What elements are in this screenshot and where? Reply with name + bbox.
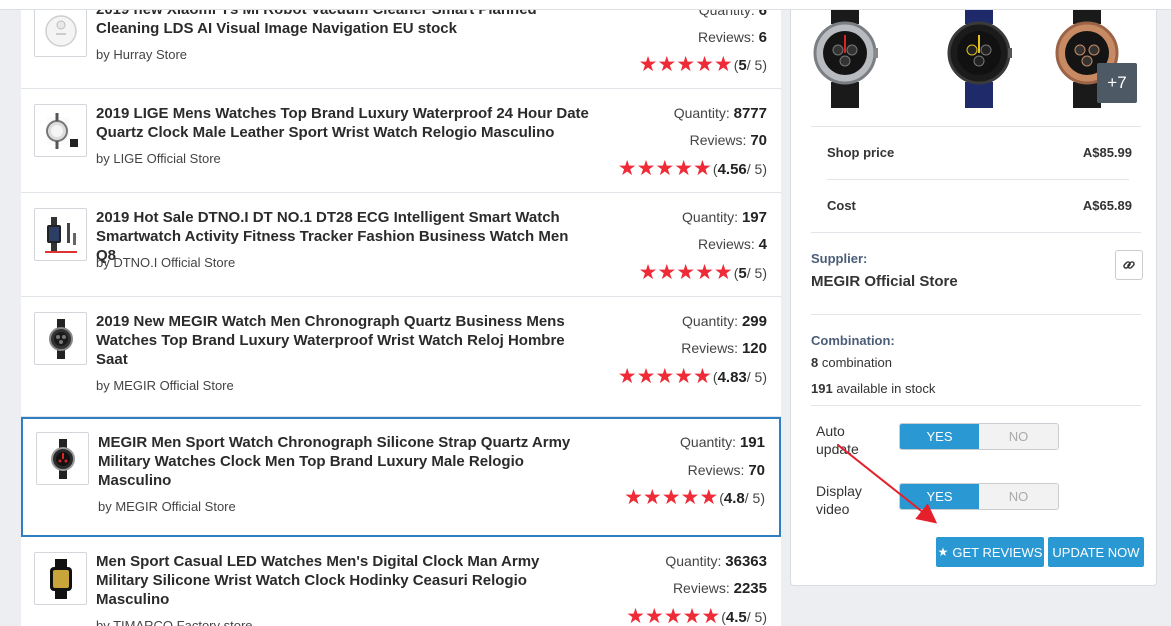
more-images-badge[interactable]: +7: [1097, 63, 1137, 103]
rating: ★★★★★(4.56 / 5): [617, 157, 767, 180]
rating-stars: ★★★★★: [638, 261, 733, 284]
product-row[interactable]: 2019 New MEGIR Watch Men Chronograph Qua…: [21, 297, 781, 417]
rating-stars: ★★★★★: [624, 486, 719, 509]
robot-vacuum-icon[interactable]: [34, 4, 87, 57]
store-name[interactable]: by MEGIR Official Store: [96, 378, 234, 393]
product-title[interactable]: Men Sport Casual LED Watches Men's Digit…: [96, 552, 591, 609]
product-title[interactable]: 2019 LIGE Mens Watches Top Brand Luxury …: [96, 104, 591, 142]
cost-label: Cost: [827, 198, 856, 213]
quantity: Quantity: 191: [680, 434, 765, 451]
reviews: Reviews: 6: [697, 29, 767, 46]
smartwatch-icon[interactable]: [34, 208, 87, 261]
rating-stars: ★★★★★: [617, 157, 712, 180]
auto-update-yes[interactable]: YES: [900, 424, 979, 449]
display-video-toggle[interactable]: YES NO: [899, 483, 1059, 510]
product-title[interactable]: MEGIR Men Sport Watch Chronograph Silico…: [98, 433, 593, 490]
left-gutter: [0, 0, 21, 626]
cost-value: A$65.89: [1082, 198, 1132, 213]
divider: [827, 179, 1129, 180]
product-title[interactable]: 2019 New MEGIR Watch Men Chronograph Qua…: [96, 312, 591, 369]
reviews: Reviews: 120: [681, 340, 767, 357]
combination-count: 8 combination: [811, 355, 892, 370]
divider: [811, 405, 1141, 406]
watch-image-blue-icon[interactable]: [945, 0, 1013, 108]
watch-icon[interactable]: [36, 432, 89, 485]
display-video-no[interactable]: NO: [979, 484, 1058, 509]
rating: ★★★★★(4.8 / 5): [624, 486, 765, 509]
top-bar: [0, 0, 1171, 10]
auto-update-label: Auto update: [816, 423, 859, 457]
rating-stars: ★★★★★: [638, 53, 733, 76]
reviews: Reviews: 70: [689, 132, 767, 149]
reviews: Reviews: 70: [687, 462, 765, 479]
watch-icon[interactable]: [34, 312, 87, 365]
divider: [811, 232, 1141, 233]
store-name[interactable]: by TIMARCO Factory store: [96, 618, 253, 626]
product-row-selected[interactable]: MEGIR Men Sport Watch Chronograph Silico…: [21, 417, 781, 537]
supplier-link-button[interactable]: [1115, 250, 1143, 280]
divider: [811, 314, 1141, 315]
product-row[interactable]: 2019 new Xiaomi Ys Mi Robot Vacuum Clean…: [21, 0, 781, 89]
product-row[interactable]: 2019 LIGE Mens Watches Top Brand Luxury …: [21, 89, 781, 193]
quantity: Quantity: 36363: [665, 553, 767, 570]
quantity: Quantity: 197: [682, 209, 767, 226]
combination-label: Combination:: [811, 333, 895, 348]
cost-row: Cost A$65.89: [827, 198, 1132, 213]
divider: [811, 126, 1141, 127]
shop-price-label: Shop price: [827, 145, 895, 160]
reviews: Reviews: 2235: [672, 580, 767, 597]
rating: ★★★★★(4.83 / 5): [617, 365, 767, 388]
store-name[interactable]: by Hurray Store: [96, 47, 187, 62]
digital-watch-icon[interactable]: [34, 552, 87, 605]
store-name[interactable]: by LIGE Official Store: [96, 151, 221, 166]
quantity: Quantity: 8777: [673, 105, 767, 122]
product-row[interactable]: Men Sport Casual LED Watches Men's Digit…: [21, 537, 781, 626]
page: 2019 new Xiaomi Ys Mi Robot Vacuum Clean…: [0, 0, 1171, 626]
auto-update-toggle[interactable]: YES NO: [899, 423, 1059, 450]
supplier-name: MEGIR Official Store: [811, 273, 958, 290]
quantity: Quantity: 299: [682, 313, 767, 330]
product-row[interactable]: 2019 Hot Sale DTNO.I DT NO.1 DT28 ECG In…: [21, 193, 781, 297]
auto-update-no[interactable]: NO: [979, 424, 1058, 449]
shop-price-value: A$85.99: [1082, 145, 1132, 160]
store-name[interactable]: by DTNO.I Official Store: [96, 255, 235, 270]
link-icon: [1123, 261, 1135, 269]
display-video-yes[interactable]: YES: [900, 484, 979, 509]
stock-count: 191 available in stock: [811, 381, 936, 396]
reviews: Reviews: 4: [697, 236, 767, 253]
get-reviews-button[interactable]: ★ GET REVIEWS: [936, 537, 1044, 567]
watch-image-silver-icon[interactable]: [811, 0, 879, 108]
rating: ★★★★★(5 / 5): [638, 53, 767, 76]
store-name[interactable]: by MEGIR Official Store: [98, 499, 236, 514]
rating-stars: ★★★★★: [617, 365, 712, 388]
display-video-label: Display video: [816, 483, 862, 517]
update-now-button[interactable]: UPDATE NOW: [1048, 537, 1144, 567]
rating: ★★★★★(5 / 5): [638, 261, 767, 284]
watch-icon[interactable]: [34, 104, 87, 157]
product-detail-panel: +7 Shop price A$85.99 Cost A$65.89 Suppl…: [790, 0, 1157, 586]
rating: ★★★★★(4.5 / 5): [626, 605, 767, 626]
star-icon: ★: [937, 545, 949, 559]
rating-stars: ★★★★★: [626, 605, 721, 626]
supplier-label: Supplier:: [811, 251, 868, 266]
product-list[interactable]: 2019 new Xiaomi Ys Mi Robot Vacuum Clean…: [21, 0, 781, 626]
shop-price-row: Shop price A$85.99: [827, 145, 1132, 160]
